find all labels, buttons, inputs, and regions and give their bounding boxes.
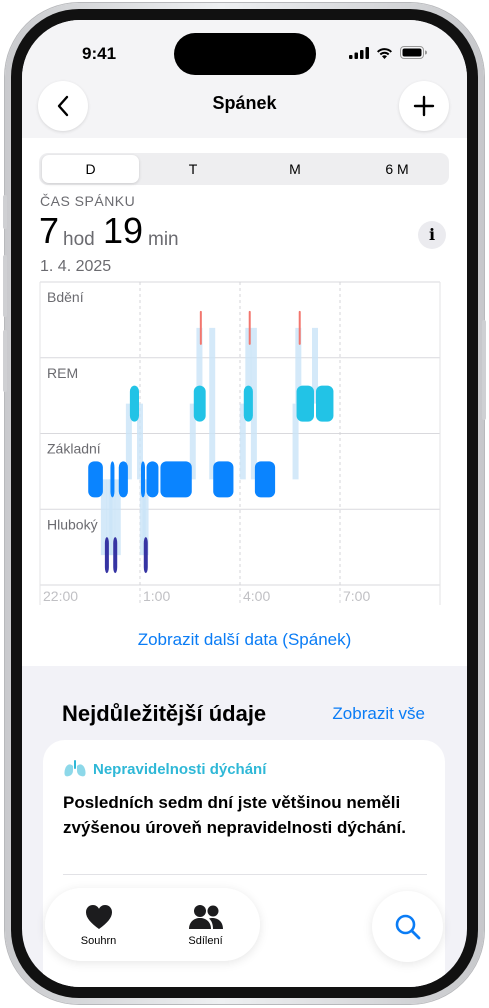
highlight-category-label: Nepravidelnosti dýchání [93, 760, 267, 778]
chart-stage-bar [213, 461, 234, 498]
tab-summary-label: Souhrn [80, 935, 117, 947]
highlight-text: Posledních sedm dní jste většinou neměli… [63, 793, 406, 837]
chart-stage-bar [248, 310, 251, 345]
chart-stage-bar [141, 461, 145, 498]
search-button[interactable] [372, 891, 443, 962]
power-button [482, 320, 486, 420]
chart-stage-bar [110, 461, 115, 498]
highlights-title: Nejdůležitější údaje [62, 701, 267, 726]
chart-stage-bar [160, 461, 192, 498]
search-icon [395, 914, 420, 939]
lungs-icon [64, 760, 86, 777]
highlights-show-all-link[interactable]: Zobrazit vše [332, 704, 425, 724]
chart-stage-bar [143, 537, 148, 574]
volume-up-button [3, 255, 7, 317]
chart-x-tick-label: 7:00 [343, 588, 370, 604]
chart-stage-bar [113, 537, 118, 574]
tab-summary[interactable]: Souhrn [45, 888, 152, 961]
chart-stage-label: REM [47, 365, 78, 381]
chart-stage-bar [316, 385, 334, 422]
tab-bar: Souhrn Sdílení [45, 888, 260, 961]
chart-stage-bar [243, 385, 253, 422]
tab-sharing[interactable]: Sdílení [152, 888, 259, 961]
chart-stage-bar [146, 461, 159, 498]
screen: 9:41 Spánek D T M 6 M ČAS SPÁNKU 7 hod 1… [22, 20, 467, 987]
show-more-data-link[interactable]: Zobrazit další data (Spánek) [22, 630, 467, 650]
volume-down-button [3, 330, 7, 392]
highlight-category: Nepravidelnosti dýchání [63, 760, 266, 778]
chart-stage-label: Bdění [47, 289, 84, 305]
sleep-stages-chart: Bdění REM Základní Hluboký 22:00 1:00 4:00 7:00 [39, 281, 441, 605]
chart-stage-bar [88, 461, 103, 498]
people-icon [189, 905, 223, 929]
chart-stage-bar [118, 461, 128, 498]
chart-stage-bar [298, 310, 301, 345]
highlight-divider [63, 874, 427, 875]
chart-stage-bar [129, 385, 139, 422]
chart-stage-bar [193, 385, 206, 422]
chart-stage-label: Hluboký [47, 516, 98, 532]
chart-transition-connector [209, 327, 216, 480]
chart-stage-label: Základní [47, 441, 101, 457]
chart-stage-bar [254, 461, 276, 498]
chart-x-tick-label: 4:00 [243, 588, 270, 604]
chart-stage-bar [104, 537, 109, 574]
side-button [3, 195, 7, 229]
tab-sharing-label: Sdílení [188, 935, 223, 947]
chart-stage-bar [199, 310, 202, 345]
chart-x-tick-label: 1:00 [143, 588, 170, 604]
chart-stage-bar [296, 385, 314, 422]
heart-icon [86, 905, 112, 929]
chart-x-tick-label: 22:00 [43, 588, 78, 604]
